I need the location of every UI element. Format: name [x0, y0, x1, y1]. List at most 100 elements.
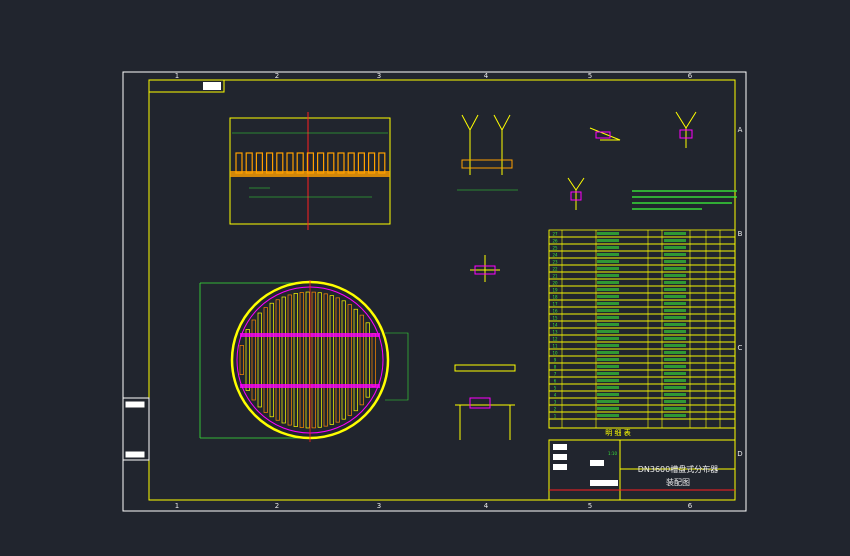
- zone-column-label: 3: [377, 502, 381, 510]
- part-material: [664, 351, 686, 354]
- trough-fin: [378, 152, 386, 174]
- parts-row: [548, 299, 736, 308]
- distribution-trough: [317, 292, 322, 428]
- parts-row: [548, 278, 736, 287]
- outer-frame: [122, 71, 747, 512]
- part-number: 25: [552, 246, 558, 251]
- parts-row: [548, 411, 736, 420]
- distribution-trough: [275, 299, 280, 421]
- part-material: [664, 281, 686, 284]
- part-name: [597, 295, 619, 298]
- part-material: [664, 365, 686, 368]
- part-name: [597, 386, 619, 389]
- part-number: 4: [554, 393, 557, 398]
- parts-list-caption: 明 细 表: [605, 428, 630, 437]
- inner-border: [148, 79, 736, 501]
- cad-drawing[interactable]: 112233445566ABCD 27262524232221201918171…: [0, 0, 850, 556]
- distribution-trough: [371, 333, 376, 387]
- part-material: [664, 295, 686, 298]
- parts-row: [548, 390, 736, 399]
- technical-notes: [632, 190, 737, 210]
- zone-column-label: 2: [275, 72, 279, 80]
- parts-row: [548, 264, 736, 273]
- distribution-trough: [359, 314, 364, 406]
- part-number: 18: [552, 295, 558, 300]
- part-number: 21: [552, 274, 558, 279]
- part-name: [597, 260, 619, 263]
- part-material: [664, 239, 686, 242]
- parts-row: [548, 397, 736, 406]
- part-number: 14: [552, 323, 558, 328]
- part-material: [664, 288, 686, 291]
- part-number: 2: [554, 407, 557, 412]
- trough-fin: [327, 152, 335, 174]
- distribution-trough: [329, 295, 334, 425]
- part-name: [597, 400, 619, 403]
- distribution-trough: [347, 304, 352, 416]
- distribution-trough: [287, 294, 292, 426]
- parts-row: [548, 404, 736, 413]
- zone-column-label: 1: [175, 502, 179, 510]
- distribution-trough: [281, 296, 286, 424]
- zone-column-label: 3: [377, 72, 381, 80]
- distribution-trough: [353, 308, 358, 412]
- parts-row: [548, 236, 736, 245]
- distribution-trough: [263, 307, 268, 413]
- part-number: 3: [554, 400, 557, 405]
- parts-row: [548, 355, 736, 364]
- front-view: [229, 112, 391, 230]
- parts-row: [548, 243, 736, 252]
- trough-fin: [245, 152, 253, 174]
- parts-row: [548, 313, 736, 322]
- zone-column-label: 5: [588, 72, 592, 80]
- part-name: [597, 337, 619, 340]
- parts-row: [548, 257, 736, 266]
- stamp: [203, 82, 221, 90]
- part-material: [664, 393, 686, 396]
- distribution-trough: [311, 291, 316, 429]
- parts-list: 2726252423222120191817161514131211109876…: [548, 229, 736, 429]
- distribution-trough: [239, 345, 244, 375]
- parts-row: [548, 369, 736, 378]
- drawing-subtitle: 装配图: [666, 477, 690, 487]
- part-material: [664, 316, 686, 319]
- parts-header-row: [548, 418, 736, 429]
- zone-column-label: 1: [175, 72, 179, 80]
- part-name: [597, 316, 619, 319]
- zone-row-label: C: [738, 344, 743, 352]
- zone-column-label: 4: [484, 502, 489, 510]
- part-material: [664, 274, 686, 277]
- distribution-trough: [257, 312, 262, 408]
- part-number: 12: [552, 337, 558, 342]
- part-material: [664, 358, 686, 361]
- part-number: 26: [552, 239, 558, 244]
- distribution-trough: [269, 302, 274, 418]
- trough-fin: [368, 152, 376, 174]
- part-name: [597, 330, 619, 333]
- part-number: 20: [552, 281, 558, 286]
- part-material: [664, 386, 686, 389]
- part-number: 13: [552, 330, 558, 335]
- part-name: [597, 323, 619, 326]
- part-number: 5: [554, 386, 557, 391]
- parts-row: [548, 271, 736, 280]
- part-material: [664, 323, 686, 326]
- part-name: [597, 372, 619, 375]
- scale: 1:10: [608, 451, 617, 456]
- part-number: 19: [552, 288, 558, 293]
- part-name: [597, 239, 619, 242]
- parts-row: [548, 383, 736, 392]
- part-number: 8: [554, 365, 557, 370]
- part-number: 23: [552, 260, 558, 265]
- part-name: [597, 407, 619, 410]
- parts-row: [548, 362, 736, 371]
- part-number: 15: [552, 316, 558, 321]
- part-material: [664, 372, 686, 375]
- parts-row: [548, 327, 736, 336]
- parts-row: [548, 250, 736, 259]
- part-name: [597, 302, 619, 305]
- trough-fin: [255, 152, 263, 174]
- part-name: [597, 358, 619, 361]
- part-name: [597, 232, 619, 235]
- distribution-trough: [245, 329, 250, 391]
